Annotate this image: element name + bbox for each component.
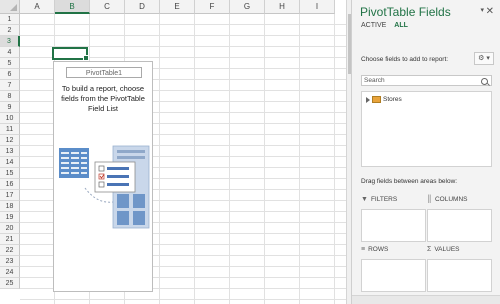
area-rows-drop-zone[interactable] [361,259,426,292]
tab-active[interactable]: ACTIVE [361,22,386,29]
area-filters-label: FILTERS [370,196,398,203]
field-list[interactable]: Stores [361,91,492,167]
pivot-illustration-icon [59,145,150,229]
row-header-13[interactable]: 13 [0,146,20,157]
table-icon [372,96,381,103]
column-header-f[interactable]: F [195,0,230,14]
row-header-17[interactable]: 17 [0,190,20,201]
search-icon [481,78,488,85]
area-columns[interactable]: ║ COLUMNS [427,196,492,242]
row-header-23[interactable]: 23 [0,256,20,267]
area-filters[interactable]: ▼ FILTERS [361,196,426,242]
select-all-corner[interactable] [0,0,20,14]
pivot-fields-pane: PivotTable Fields ▾ ✕ ACTIVE ALL Choose … [351,0,500,304]
drag-fields-label: Drag fields between areas below: [361,178,458,185]
rows-icon: ≡ [361,246,366,253]
row-header-3[interactable]: 3 [0,36,20,47]
area-columns-label: COLUMNS [434,196,468,203]
area-values-drop-zone[interactable] [427,259,492,292]
row-header-16[interactable]: 16 [0,179,20,190]
pane-options-dropdown-icon[interactable]: ▾ [480,6,484,14]
row-header-19[interactable]: 19 [0,212,20,223]
pivot-table-name: PivotTable1 [66,67,142,78]
column-headers: A B C D E F G H I [20,0,335,14]
row-header-21[interactable]: 21 [0,234,20,245]
column-header-b[interactable]: B [55,0,90,14]
pane-title: PivotTable Fields [360,5,451,19]
row-header-24[interactable]: 24 [0,267,20,278]
pivot-instruction-text: To build a report, choose fields from th… [61,84,145,113]
area-values[interactable]: Σ VALUES [427,246,492,292]
active-cell-b3[interactable] [52,47,89,61]
expand-arrow-icon[interactable] [366,96,370,103]
pane-bottom-bar [352,295,500,304]
sigma-icon: Σ [427,246,432,253]
close-icon[interactable]: ✕ [486,6,494,17]
row-headers: 1 2 3 4 5 6 7 8 9 10 11 12 13 14 15 16 1… [0,14,20,289]
search-placeholder: Search [364,77,385,84]
area-rows[interactable]: ≡ ROWS [361,246,426,292]
field-label: Stores [383,96,402,103]
field-item-stores[interactable]: Stores [366,96,402,103]
row-header-5[interactable]: 5 [0,58,20,69]
row-header-2[interactable]: 2 [0,25,20,36]
row-header-7[interactable]: 7 [0,80,20,91]
gear-icon[interactable]: ⚙ ▾ [474,52,494,65]
tab-all[interactable]: ALL [394,22,408,29]
column-header-a[interactable]: A [20,0,55,14]
row-header-9[interactable]: 9 [0,102,20,113]
row-header-11[interactable]: 11 [0,124,20,135]
row-header-14[interactable]: 14 [0,157,20,168]
row-header-8[interactable]: 8 [0,91,20,102]
area-filters-header: ▼ FILTERS [361,196,397,203]
row-header-4[interactable]: 4 [0,47,20,58]
column-header-i[interactable]: I [300,0,335,14]
row-header-15[interactable]: 15 [0,168,20,179]
column-header-d[interactable]: D [125,0,160,14]
row-header-22[interactable]: 22 [0,245,20,256]
column-header-g[interactable]: G [230,0,265,14]
area-filters-drop-zone[interactable] [361,209,426,242]
columns-icon: ║ [427,196,432,203]
column-header-h[interactable]: H [265,0,300,14]
pivot-table-placeholder[interactable]: PivotTable1 To build a report, choose fi… [53,61,153,292]
area-rows-header: ≡ ROWS [361,246,388,253]
search-input[interactable]: Search [361,75,492,86]
area-columns-header: ║ COLUMNS [427,196,467,203]
column-header-c[interactable]: C [90,0,125,14]
spreadsheet-grid[interactable]: A B C D E F G H I 1 2 3 4 5 6 7 8 9 10 1… [0,0,346,304]
row-header-10[interactable]: 10 [0,113,20,124]
row-header-1[interactable]: 1 [0,14,20,25]
row-header-25[interactable]: 25 [0,278,20,289]
row-header-6[interactable]: 6 [0,69,20,80]
row-header-18[interactable]: 18 [0,201,20,212]
area-columns-drop-zone[interactable] [427,209,492,242]
choose-fields-label: Choose fields to add to report: [361,56,449,63]
field-tabs: ACTIVE ALL [361,22,408,29]
area-values-header: Σ VALUES [427,246,460,253]
filter-icon: ▼ [361,196,368,203]
column-header-e[interactable]: E [160,0,195,14]
area-values-label: VALUES [434,246,460,253]
row-header-20[interactable]: 20 [0,223,20,234]
row-header-12[interactable]: 12 [0,135,20,146]
area-rows-label: ROWS [368,246,389,253]
